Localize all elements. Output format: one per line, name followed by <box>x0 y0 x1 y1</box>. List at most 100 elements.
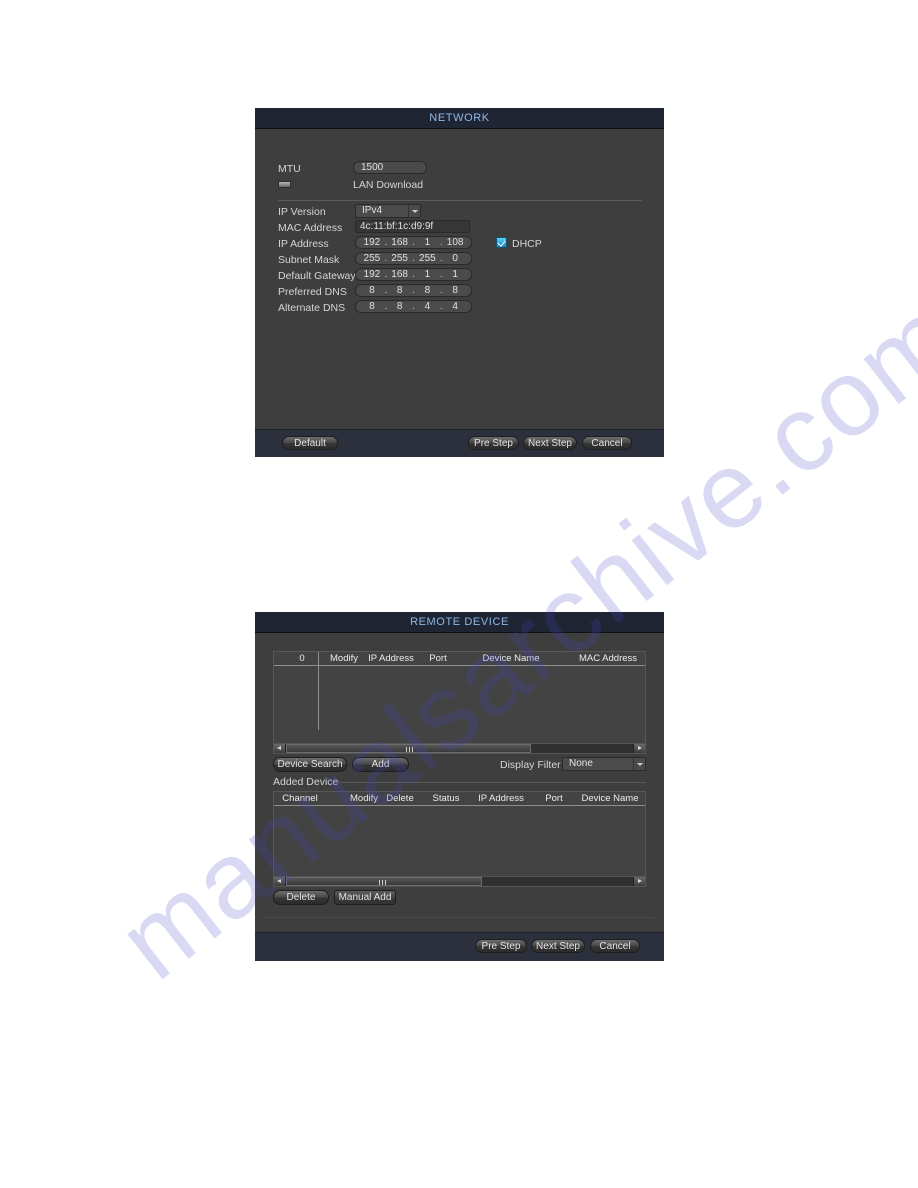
scroll-thumb-grip <box>382 880 383 885</box>
default-gateway-octet-1[interactable]: 192 <box>360 269 384 280</box>
device-search-table-rows <box>274 666 645 744</box>
subnet-mask-octet-1[interactable]: 255 <box>360 253 384 264</box>
column-header-mac-address[interactable]: MAC Address <box>574 652 642 665</box>
device-search-table-header: 0 Modify IP Address Port Device Name MAC… <box>274 652 645 666</box>
display-filter-select[interactable]: None <box>562 757 646 771</box>
network-dialog-body: MTU 1500 LAN Download IP Version IPv4 MA… <box>255 129 664 429</box>
alternate-dns-octet-2[interactable]: 8 <box>388 301 412 312</box>
scroll-right-arrow-icon[interactable] <box>633 877 645 886</box>
subnet-mask-octet-4[interactable]: 0 <box>443 253 467 264</box>
added-device-section-label: Added Device <box>273 776 339 788</box>
pre-step-button[interactable]: Pre Step <box>475 939 527 953</box>
preferred-dns-octet-4[interactable]: 8 <box>443 285 467 296</box>
column-header-device-name[interactable]: Device Name <box>577 792 643 805</box>
alternate-dns-octet-1[interactable]: 8 <box>360 301 384 312</box>
scroll-right-arrow-icon[interactable] <box>633 744 645 753</box>
column-header-port[interactable]: Port <box>540 792 568 805</box>
scroll-thumb[interactable] <box>286 744 531 753</box>
remote-device-dialog-title: REMOTE DEVICE <box>255 612 664 633</box>
mac-address-input: 4c:11:bf:1c:d9:9f <box>355 220 470 233</box>
alternate-dns-octet-4[interactable]: 4 <box>443 301 467 312</box>
mtu-input[interactable]: 1500 <box>353 161 427 174</box>
ip-address-octet-4[interactable]: 108 <box>443 237 467 248</box>
remote-device-dialog-body: 0 Modify IP Address Port Device Name MAC… <box>255 633 664 932</box>
default-gateway-octet-3[interactable]: 1 <box>416 269 440 280</box>
alternate-dns-octet-3[interactable]: 4 <box>416 301 440 312</box>
column-separator <box>318 652 319 665</box>
mtu-label: MTU <box>278 163 301 175</box>
cancel-button[interactable]: Cancel <box>582 436 632 450</box>
ip-version-value: IPv4 <box>362 205 383 216</box>
scroll-thumb-grip <box>379 880 380 885</box>
scroll-thumb-grip <box>406 747 407 752</box>
preferred-dns-input[interactable]: 8 . 8 . 8 . 8 <box>355 284 472 297</box>
added-device-table-header: Channel Modify Delete Status IP Address … <box>274 792 645 806</box>
subnet-mask-input[interactable]: 255 . 255 . 255 . 0 <box>355 252 472 265</box>
ip-version-label: IP Version <box>278 206 326 218</box>
default-button[interactable]: Default <box>282 436 338 450</box>
column-header-delete[interactable]: Delete <box>382 792 418 805</box>
ip-address-input[interactable]: 192 . 168 . 1 . 108 <box>355 236 472 249</box>
next-step-button[interactable]: Next Step <box>531 939 585 953</box>
default-gateway-octet-4[interactable]: 1 <box>443 269 467 280</box>
chevron-down-icon[interactable] <box>408 205 420 217</box>
chevron-down-icon[interactable] <box>633 758 645 770</box>
subnet-mask-octet-3[interactable]: 255 <box>416 253 440 264</box>
added-device-hscrollbar[interactable] <box>273 876 646 887</box>
scroll-thumb-grip <box>385 880 386 885</box>
ip-address-octet-1[interactable]: 192 <box>360 237 384 248</box>
scroll-thumb[interactable] <box>286 877 482 886</box>
row-area-separator <box>318 666 319 730</box>
preferred-dns-octet-2[interactable]: 8 <box>388 285 412 296</box>
column-header-modify[interactable]: Modify <box>346 792 382 805</box>
display-filter-label: Display Filter <box>500 759 561 771</box>
column-header-channel[interactable]: Channel <box>276 792 324 805</box>
subnet-mask-octet-2[interactable]: 255 <box>388 253 412 264</box>
ip-address-octet-3[interactable]: 1 <box>416 237 440 248</box>
column-header-status[interactable]: Status <box>429 792 463 805</box>
remote-device-dialog: REMOTE DEVICE 0 Modify IP Address Port D… <box>255 612 664 961</box>
column-header-device-name[interactable]: Device Name <box>478 652 544 665</box>
dhcp-label: DHCP <box>512 238 542 250</box>
scroll-left-arrow-icon[interactable] <box>274 744 286 753</box>
added-device-table: Channel Modify Delete Status IP Address … <box>273 791 646 877</box>
preferred-dns-octet-3[interactable]: 8 <box>416 285 440 296</box>
default-gateway-octet-2[interactable]: 168 <box>388 269 412 280</box>
delete-button[interactable]: Delete <box>273 890 329 905</box>
network-section-divider <box>278 200 642 201</box>
add-button[interactable]: Add <box>352 757 409 772</box>
device-search-hscrollbar[interactable] <box>273 743 646 754</box>
preferred-dns-label: Preferred DNS <box>278 286 347 298</box>
cancel-button[interactable]: Cancel <box>590 939 640 953</box>
scroll-thumb-grip <box>412 747 413 752</box>
next-step-button[interactable]: Next Step <box>523 436 577 450</box>
scroll-left-arrow-icon[interactable] <box>274 877 286 886</box>
pre-step-button[interactable]: Pre Step <box>468 436 519 450</box>
default-gateway-input[interactable]: 192 . 168 . 1 . 1 <box>355 268 472 281</box>
ip-version-select[interactable]: IPv4 <box>355 204 421 218</box>
display-filter-value: None <box>569 758 593 769</box>
default-gateway-label: Default Gateway <box>278 270 356 282</box>
device-search-button[interactable]: Device Search <box>273 757 347 772</box>
lan-download-label: LAN Download <box>353 179 424 191</box>
scroll-thumb-grip <box>409 747 410 752</box>
subnet-mask-label: Subnet Mask <box>278 254 340 266</box>
added-device-divider <box>335 782 646 783</box>
remote-device-dialog-footer: Pre Step Next Step Cancel <box>255 932 664 961</box>
column-header-ip-address[interactable]: IP Address <box>362 652 420 665</box>
preferred-dns-octet-1[interactable]: 8 <box>360 285 384 296</box>
lan-download-toggle[interactable] <box>278 181 291 188</box>
manual-add-button[interactable]: Manual Add <box>334 890 396 905</box>
dhcp-checkbox[interactable] <box>496 237 507 248</box>
alternate-dns-input[interactable]: 8 . 8 . 4 . 4 <box>355 300 472 313</box>
scroll-track[interactable] <box>286 744 633 753</box>
network-dialog-footer: Default Pre Step Next Step Cancel <box>255 429 664 457</box>
network-dialog: NETWORK MTU 1500 LAN Download IP Version… <box>255 108 664 457</box>
scroll-track[interactable] <box>286 877 633 886</box>
column-header-ip-address[interactable]: IP Address <box>472 792 530 805</box>
column-header-port[interactable]: Port <box>424 652 452 665</box>
column-header-index[interactable]: 0 <box>292 652 312 665</box>
ip-address-octet-2[interactable]: 168 <box>388 237 412 248</box>
mac-address-label: MAC Address <box>278 222 343 234</box>
column-header-modify[interactable]: Modify <box>327 652 361 665</box>
